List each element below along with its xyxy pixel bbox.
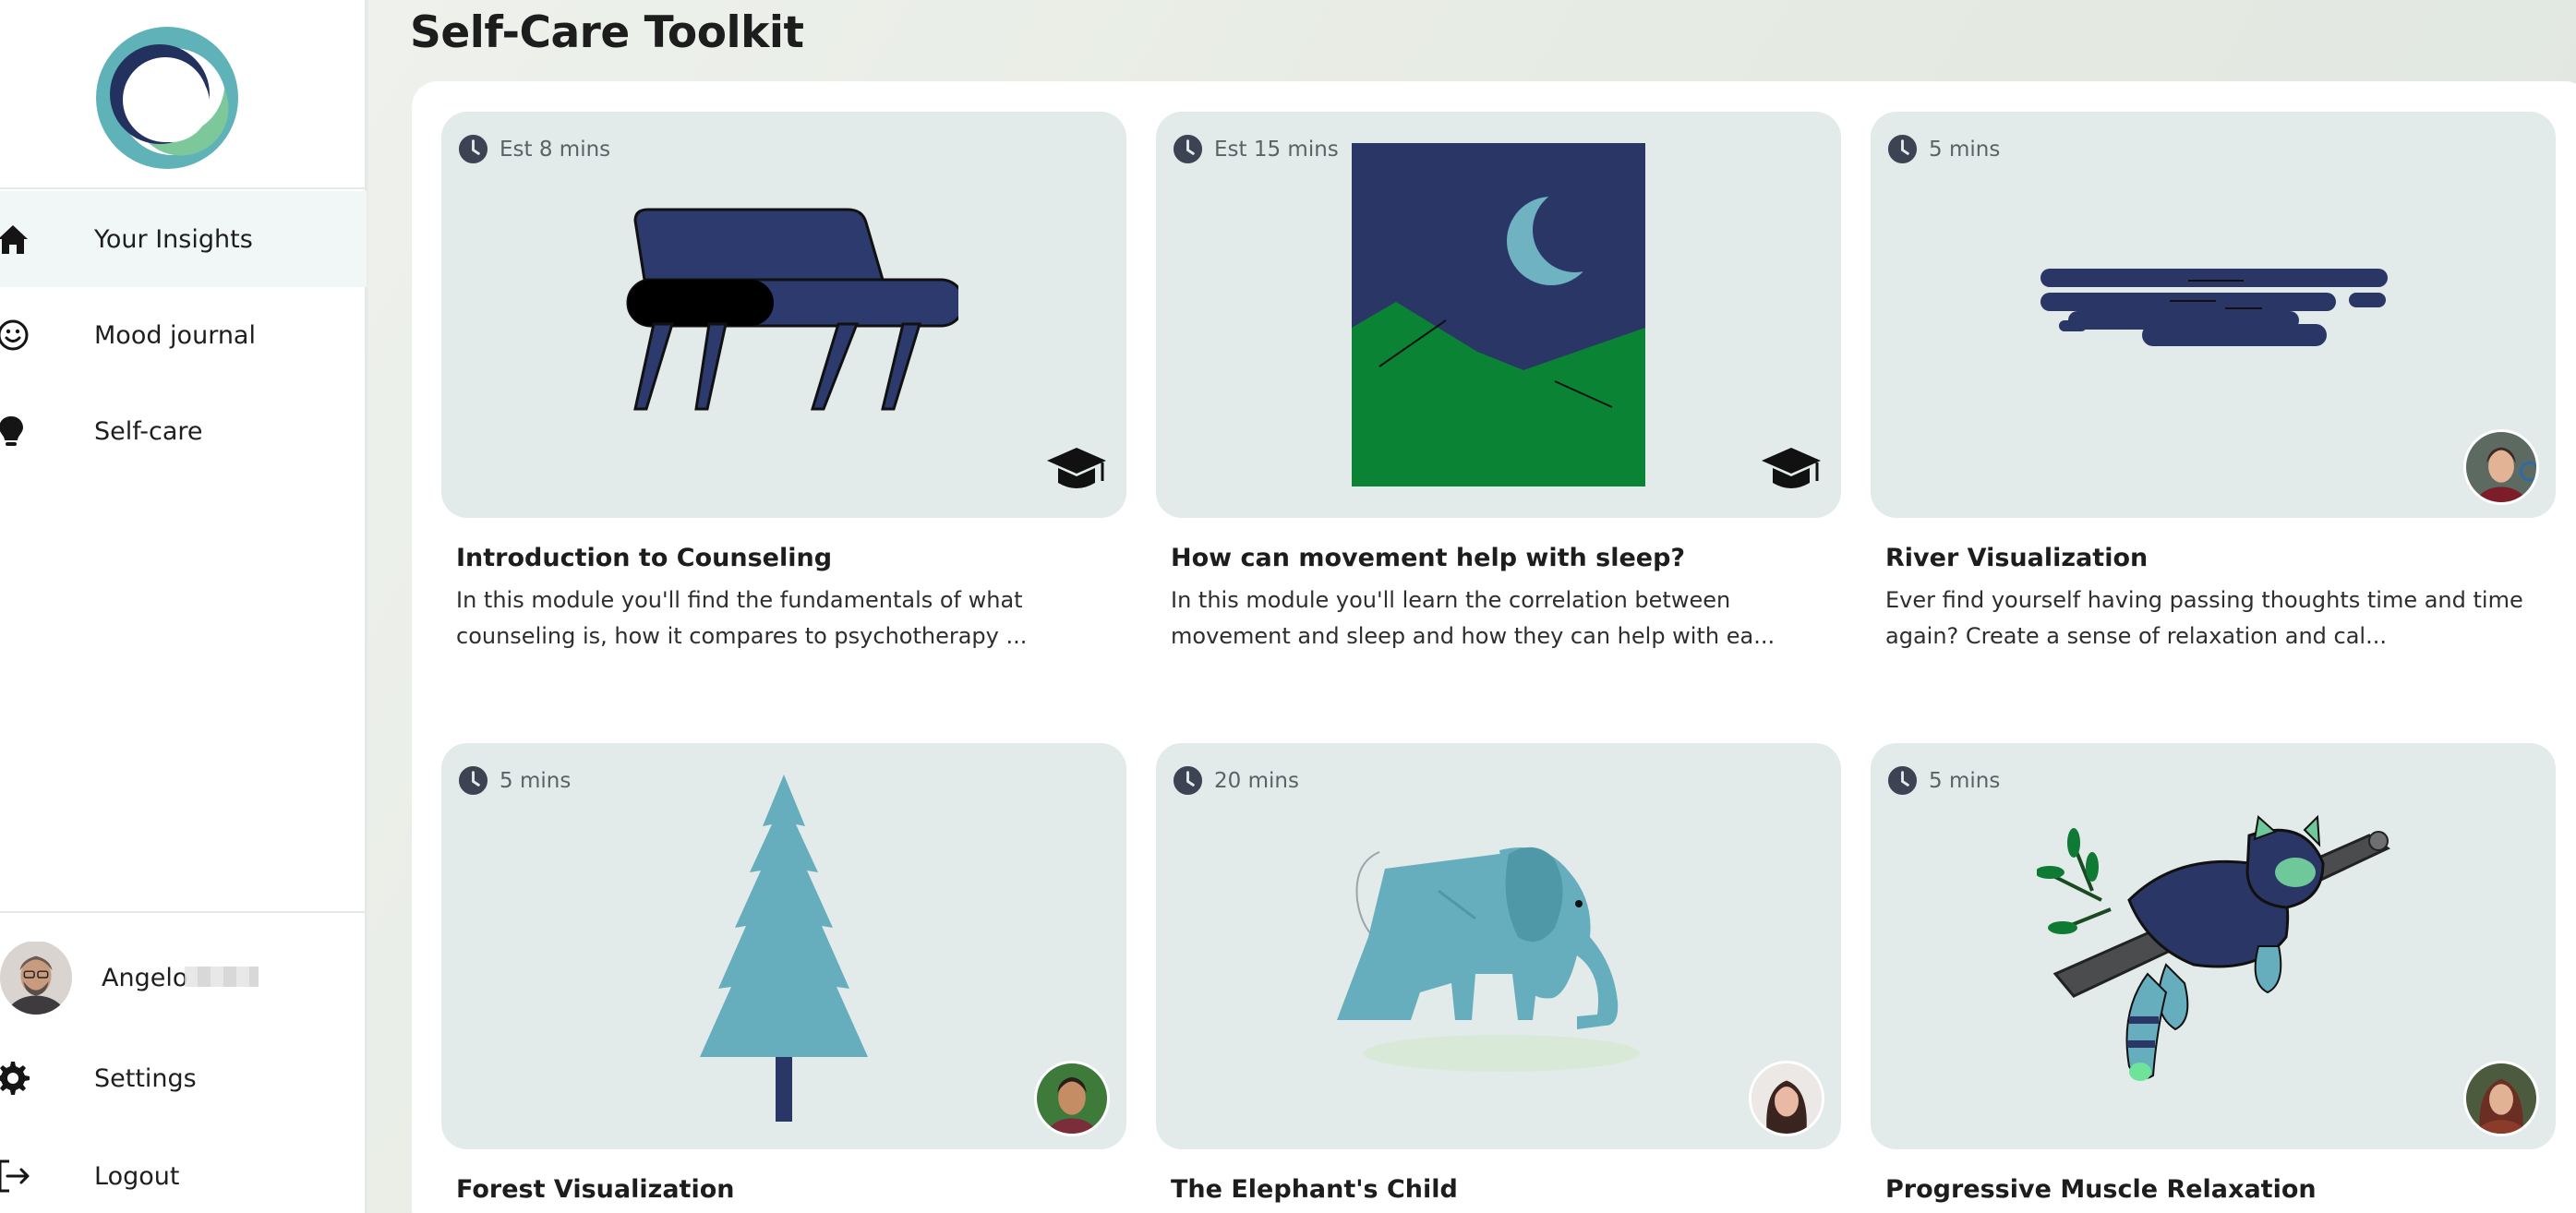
- sidebar-item-mood-journal[interactable]: Mood journal: [0, 287, 367, 383]
- card-image: 5 mins: [1871, 743, 2556, 1149]
- toolkit-panel: Est 8 mins Introduction to Counseling In…: [412, 81, 2576, 1213]
- clock-icon: [1887, 134, 1918, 164]
- app-logo[interactable]: [93, 24, 241, 172]
- duration-badge: 5 mins: [458, 765, 571, 796]
- couch-illustration: [626, 208, 958, 411]
- clock-icon: [1173, 134, 1203, 164]
- author-avatar: [1034, 1061, 1110, 1136]
- sidebar-item-label: Self-care: [94, 416, 203, 446]
- duration-badge: Est 15 mins: [1173, 134, 1339, 164]
- duration-badge: 5 mins: [1887, 765, 2000, 796]
- river-illustration: [2040, 269, 2388, 346]
- sidebar-item-label: Settings: [94, 1063, 197, 1093]
- lightbulb-icon: [0, 416, 23, 446]
- elephant-illustration: [1337, 847, 1640, 1072]
- page-title: Self-Care Toolkit: [410, 7, 804, 58]
- clock-icon: [1173, 765, 1203, 796]
- card-image: 5 mins: [441, 743, 1126, 1149]
- duration-badge: Est 8 mins: [458, 134, 610, 164]
- sidebar-item-label: Your Insights: [94, 224, 253, 254]
- sidebar-divider: [0, 911, 367, 913]
- sidebar-item-logout[interactable]: Logout: [0, 1128, 367, 1213]
- duration-badge: 5 mins: [1887, 134, 2000, 164]
- card-title: River Visualization: [1885, 544, 2149, 572]
- card-title: How can movement help with sleep?: [1171, 544, 1686, 572]
- card-description: In this module you'll learn the correlat…: [1171, 587, 1776, 649]
- redacted-surname: [185, 967, 259, 987]
- card-title: Forest Visualization: [456, 1175, 735, 1204]
- red-panda-illustration: [2037, 814, 2390, 1081]
- sidebar: Your Insights Mood journal Self-care Ang…: [0, 0, 367, 1213]
- home-icon: [0, 225, 28, 254]
- clock-icon: [458, 765, 488, 796]
- author-avatar: [2463, 1061, 2539, 1136]
- user-name: Angelo: [102, 964, 188, 992]
- sidebar-item-settings[interactable]: Settings: [0, 1030, 367, 1126]
- author-avatar: [1749, 1061, 1824, 1136]
- author-avatar: [2463, 429, 2539, 505]
- card-image: 20 mins: [1156, 743, 1841, 1149]
- card-image: Est 15 mins: [1156, 112, 1841, 518]
- sidebar-item-label: Mood journal: [94, 320, 256, 350]
- card-description: In this module you'll find the fundament…: [456, 587, 1028, 649]
- logout-icon: [0, 1159, 30, 1193]
- night-landscape-illustration: [1352, 143, 1645, 486]
- sidebar-item-self-care[interactable]: Self-care: [0, 383, 367, 479]
- clock-icon: [458, 134, 488, 164]
- avatar: [0, 941, 72, 1015]
- card-description: Ever find yourself having passing though…: [1885, 587, 2523, 649]
- graduation-cap-icon: [1762, 448, 1821, 488]
- card-image: Est 8 mins: [441, 112, 1126, 518]
- sidebar-item-your-insights[interactable]: Your Insights: [0, 191, 367, 287]
- smiley-icon: [0, 319, 29, 351]
- sidebar-divider: [0, 187, 367, 189]
- pine-tree-illustration: [700, 775, 868, 1122]
- card-title: Progressive Muscle Relaxation: [1885, 1175, 2317, 1204]
- clock-icon: [1887, 765, 1918, 796]
- graduation-cap-icon: [1047, 448, 1106, 488]
- card-image: 5 mins: [1871, 112, 2556, 518]
- user-profile[interactable]: Angelo: [0, 939, 367, 1016]
- card-title: The Elephant's Child: [1171, 1175, 1458, 1204]
- gear-icon: [0, 1062, 30, 1095]
- card-title: Introduction to Counseling: [456, 544, 833, 572]
- duration-badge: 20 mins: [1173, 765, 1299, 796]
- sidebar-item-label: Logout: [94, 1161, 180, 1191]
